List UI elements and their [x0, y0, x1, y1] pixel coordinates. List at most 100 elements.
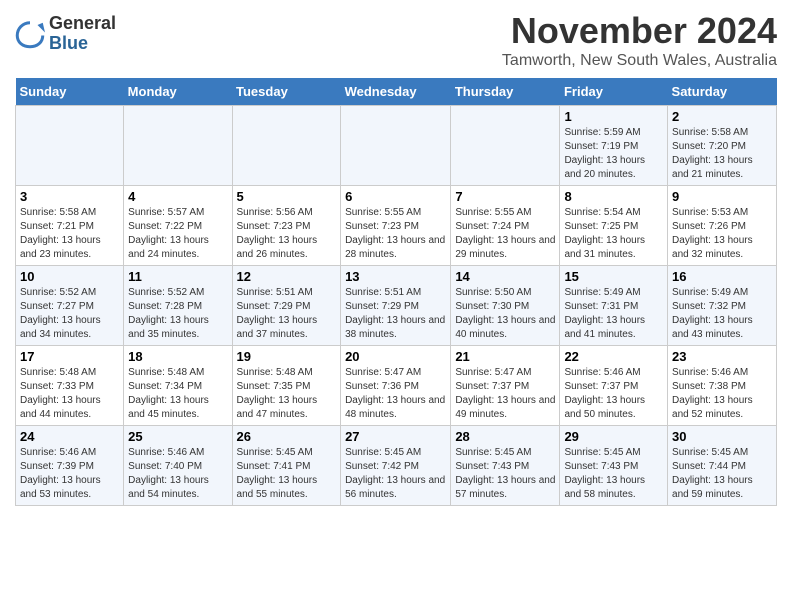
- calendar-table: SundayMondayTuesdayWednesdayThursdayFrid…: [15, 78, 777, 506]
- day-info: Sunrise: 5:52 AM Sunset: 7:28 PM Dayligh…: [128, 286, 227, 342]
- day-info: Sunrise: 5:52 AM Sunset: 7:27 PM Dayligh…: [20, 286, 119, 342]
- calendar-cell: 7 Sunrise: 5:55 AM Sunset: 7:24 PM Daylig…: [451, 186, 560, 266]
- day-number: 17: [20, 349, 119, 364]
- calendar-cell: 15 Sunrise: 5:49 AM Sunset: 7:31 PM Dayli…: [560, 266, 668, 346]
- day-number: 4: [128, 189, 227, 204]
- weekday-header-thursday: Thursday: [451, 78, 560, 106]
- title-section: November 2024 Tamworth, New South Wales,…: [502, 10, 777, 70]
- logo-icon: [15, 19, 45, 49]
- calendar-cell: [232, 106, 341, 186]
- day-info: Sunrise: 5:48 AM Sunset: 7:34 PM Dayligh…: [128, 366, 227, 422]
- day-info: Sunrise: 5:48 AM Sunset: 7:33 PM Dayligh…: [20, 366, 119, 422]
- day-info: Sunrise: 5:58 AM Sunset: 7:21 PM Dayligh…: [20, 206, 119, 262]
- calendar-cell: 10 Sunrise: 5:52 AM Sunset: 7:27 PM Dayli…: [16, 266, 124, 346]
- weekday-header-wednesday: Wednesday: [341, 78, 451, 106]
- day-info: Sunrise: 5:49 AM Sunset: 7:31 PM Dayligh…: [564, 286, 663, 342]
- day-number: 27: [345, 429, 446, 444]
- calendar-week-row: 10 Sunrise: 5:52 AM Sunset: 7:27 PM Dayli…: [16, 266, 777, 346]
- location-subtitle: Tamworth, New South Wales, Australia: [502, 52, 777, 70]
- calendar-cell: 25 Sunrise: 5:46 AM Sunset: 7:40 PM Dayli…: [124, 426, 232, 506]
- calendar-cell: 29 Sunrise: 5:45 AM Sunset: 7:43 PM Dayli…: [560, 426, 668, 506]
- day-number: 20: [345, 349, 446, 364]
- day-number: 9: [672, 189, 772, 204]
- day-info: Sunrise: 5:46 AM Sunset: 7:39 PM Dayligh…: [20, 446, 119, 502]
- day-info: Sunrise: 5:46 AM Sunset: 7:40 PM Dayligh…: [128, 446, 227, 502]
- logo: General Blue: [15, 14, 116, 54]
- calendar-cell: [124, 106, 232, 186]
- day-number: 7: [455, 189, 555, 204]
- day-info: Sunrise: 5:45 AM Sunset: 7:44 PM Dayligh…: [672, 446, 772, 502]
- calendar-cell: 13 Sunrise: 5:51 AM Sunset: 7:29 PM Dayli…: [341, 266, 451, 346]
- day-number: 10: [20, 269, 119, 284]
- day-info: Sunrise: 5:45 AM Sunset: 7:41 PM Dayligh…: [237, 446, 337, 502]
- calendar-cell: 24Sunrise: 5:46 AM Sunset: 7:39 PM Dayli…: [16, 426, 124, 506]
- day-number: 23: [672, 349, 772, 364]
- calendar-week-row: 3 Sunrise: 5:58 AM Sunset: 7:21 PM Daylig…: [16, 186, 777, 266]
- calendar-cell: 18 Sunrise: 5:48 AM Sunset: 7:34 PM Dayli…: [124, 346, 232, 426]
- day-number: 15: [564, 269, 663, 284]
- weekday-header-sunday: Sunday: [16, 78, 124, 106]
- calendar-cell: 8Sunrise: 5:54 AM Sunset: 7:25 PM Daylig…: [560, 186, 668, 266]
- day-info: Sunrise: 5:49 AM Sunset: 7:32 PM Dayligh…: [672, 286, 772, 342]
- header: General Blue November 2024 Tamworth, New…: [15, 10, 777, 70]
- day-info: Sunrise: 5:55 AM Sunset: 7:24 PM Dayligh…: [455, 206, 555, 262]
- day-number: 26: [237, 429, 337, 444]
- calendar-cell: 19 Sunrise: 5:48 AM Sunset: 7:35 PM Dayli…: [232, 346, 341, 426]
- day-info: Sunrise: 5:51 AM Sunset: 7:29 PM Dayligh…: [345, 286, 446, 342]
- calendar-cell: 17 Sunrise: 5:48 AM Sunset: 7:33 PM Dayli…: [16, 346, 124, 426]
- day-number: 18: [128, 349, 227, 364]
- day-number: 1: [564, 109, 663, 124]
- day-info: Sunrise: 5:55 AM Sunset: 7:23 PM Dayligh…: [345, 206, 446, 262]
- weekday-header-tuesday: Tuesday: [232, 78, 341, 106]
- day-number: 19: [237, 349, 337, 364]
- day-info: Sunrise: 5:57 AM Sunset: 7:22 PM Dayligh…: [128, 206, 227, 262]
- day-number: 28: [455, 429, 555, 444]
- weekday-header-row: SundayMondayTuesdayWednesdayThursdayFrid…: [16, 78, 777, 106]
- calendar-cell: 6 Sunrise: 5:55 AM Sunset: 7:23 PM Daylig…: [341, 186, 451, 266]
- calendar-cell: 12 Sunrise: 5:51 AM Sunset: 7:29 PM Dayli…: [232, 266, 341, 346]
- calendar-cell: 23Sunrise: 5:46 AM Sunset: 7:38 PM Dayli…: [668, 346, 777, 426]
- day-info: Sunrise: 5:45 AM Sunset: 7:43 PM Dayligh…: [564, 446, 663, 502]
- calendar-cell: 1Sunrise: 5:59 AM Sunset: 7:19 PM Daylig…: [560, 106, 668, 186]
- day-number: 11: [128, 269, 227, 284]
- calendar-week-row: 1Sunrise: 5:59 AM Sunset: 7:19 PM Daylig…: [16, 106, 777, 186]
- calendar-week-row: 17 Sunrise: 5:48 AM Sunset: 7:33 PM Dayli…: [16, 346, 777, 426]
- calendar-cell: [16, 106, 124, 186]
- day-number: 16: [672, 269, 772, 284]
- calendar-cell: 22 Sunrise: 5:46 AM Sunset: 7:37 PM Dayli…: [560, 346, 668, 426]
- month-title: November 2024: [502, 10, 777, 52]
- calendar-cell: 30 Sunrise: 5:45 AM Sunset: 7:44 PM Dayli…: [668, 426, 777, 506]
- day-info: Sunrise: 5:51 AM Sunset: 7:29 PM Dayligh…: [237, 286, 337, 342]
- day-info: Sunrise: 5:58 AM Sunset: 7:20 PM Dayligh…: [672, 126, 772, 182]
- day-info: Sunrise: 5:47 AM Sunset: 7:37 PM Dayligh…: [455, 366, 555, 422]
- day-number: 3: [20, 189, 119, 204]
- calendar-cell: 27 Sunrise: 5:45 AM Sunset: 7:42 PM Dayli…: [341, 426, 451, 506]
- calendar-cell: 16 Sunrise: 5:49 AM Sunset: 7:32 PM Dayli…: [668, 266, 777, 346]
- day-info: Sunrise: 5:45 AM Sunset: 7:42 PM Dayligh…: [345, 446, 446, 502]
- day-number: 13: [345, 269, 446, 284]
- day-number: 29: [564, 429, 663, 444]
- day-info: Sunrise: 5:48 AM Sunset: 7:35 PM Dayligh…: [237, 366, 337, 422]
- day-info: Sunrise: 5:47 AM Sunset: 7:36 PM Dayligh…: [345, 366, 446, 422]
- calendar-cell: 9Sunrise: 5:53 AM Sunset: 7:26 PM Daylig…: [668, 186, 777, 266]
- day-number: 12: [237, 269, 337, 284]
- day-number: 30: [672, 429, 772, 444]
- calendar-cell: 5 Sunrise: 5:56 AM Sunset: 7:23 PM Daylig…: [232, 186, 341, 266]
- day-number: 6: [345, 189, 446, 204]
- day-number: 14: [455, 269, 555, 284]
- day-info: Sunrise: 5:56 AM Sunset: 7:23 PM Dayligh…: [237, 206, 337, 262]
- day-number: 8: [564, 189, 663, 204]
- calendar-cell: 26 Sunrise: 5:45 AM Sunset: 7:41 PM Dayli…: [232, 426, 341, 506]
- day-number: 22: [564, 349, 663, 364]
- weekday-header-friday: Friday: [560, 78, 668, 106]
- logo-text: General Blue: [49, 14, 116, 54]
- day-number: 2: [672, 109, 772, 124]
- day-number: 5: [237, 189, 337, 204]
- day-info: Sunrise: 5:50 AM Sunset: 7:30 PM Dayligh…: [455, 286, 555, 342]
- logo-blue: Blue: [49, 34, 116, 54]
- calendar-cell: 3 Sunrise: 5:58 AM Sunset: 7:21 PM Daylig…: [16, 186, 124, 266]
- calendar-cell: [451, 106, 560, 186]
- calendar-cell: 21Sunrise: 5:47 AM Sunset: 7:37 PM Dayli…: [451, 346, 560, 426]
- day-info: Sunrise: 5:46 AM Sunset: 7:37 PM Dayligh…: [564, 366, 663, 422]
- day-number: 25: [128, 429, 227, 444]
